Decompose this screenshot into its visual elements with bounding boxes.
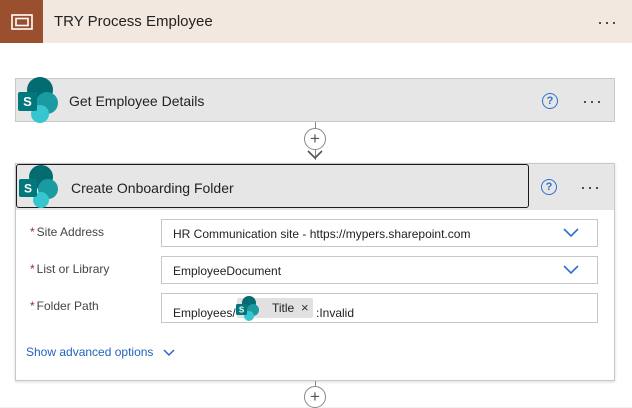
svg-text:S: S (24, 182, 32, 196)
create-onboarding-folder-card: S Create Onboarding Folder ? ··· * Site A… (15, 163, 615, 381)
site-address-dropdown[interactable]: HR Communication site - https://mypers.s… (161, 219, 598, 247)
action-title: Create Onboarding Folder (71, 180, 234, 196)
scope-title: TRY Process Employee (54, 13, 213, 30)
token-label: Title (272, 301, 295, 315)
sharepoint-icon: S (19, 165, 58, 208)
chevron-down-icon[interactable] (563, 228, 579, 238)
required-marker: * (30, 299, 35, 313)
label-text: List or Library (36, 262, 110, 276)
insert-step-button[interactable]: + (304, 128, 326, 150)
help-icon[interactable]: ? (542, 93, 558, 109)
scope-icon (0, 0, 43, 43)
svg-text:S: S (23, 94, 32, 109)
show-advanced-options-link[interactable]: Show advanced options (26, 345, 175, 359)
more-options-icon[interactable]: ··· (582, 92, 603, 110)
chevron-down-icon[interactable] (563, 265, 579, 275)
arrow-down-icon (307, 150, 323, 160)
required-marker: * (30, 225, 35, 239)
site-address-label: * Site Address (30, 225, 104, 239)
link-text: Show advanced options (26, 345, 154, 359)
sharepoint-icon: S (236, 296, 259, 321)
dynamic-content-token[interactable]: S Title × (236, 296, 313, 321)
required-marker: * (30, 262, 35, 276)
insert-step-button[interactable]: + (304, 386, 326, 408)
folder-path-prefix: Employees/ (173, 306, 236, 320)
svg-text:S: S (239, 306, 245, 315)
list-library-value: EmployeeDocument (173, 264, 282, 278)
scope-header[interactable]: TRY Process Employee ··· (0, 0, 632, 43)
sharepoint-icon: S (18, 77, 58, 123)
get-employee-details-card[interactable]: S Get Employee Details ? ··· (15, 77, 615, 123)
action-header[interactable]: S Create Onboarding Folder ? ··· (16, 164, 614, 210)
list-library-label: * List or Library (30, 262, 109, 276)
site-address-value: HR Communication site - https://mypers.s… (173, 227, 471, 241)
label-text: Folder Path (36, 299, 99, 313)
more-options-icon[interactable]: ··· (580, 178, 601, 196)
folder-path-label: * Folder Path (30, 299, 99, 313)
scope-more-options-icon[interactable]: ··· (597, 13, 618, 31)
token-remove-icon[interactable]: × (301, 300, 309, 315)
label-text: Site Address (36, 225, 105, 239)
chevron-down-icon (163, 349, 175, 356)
folder-path-suffix: :Invalid (316, 306, 355, 320)
help-icon[interactable]: ? (541, 179, 557, 195)
list-library-dropdown[interactable]: EmployeeDocument (161, 256, 598, 284)
folder-path-input[interactable]: Employees/ S Title × :Invalid (161, 293, 598, 323)
action-title: Get Employee Details (69, 93, 205, 109)
